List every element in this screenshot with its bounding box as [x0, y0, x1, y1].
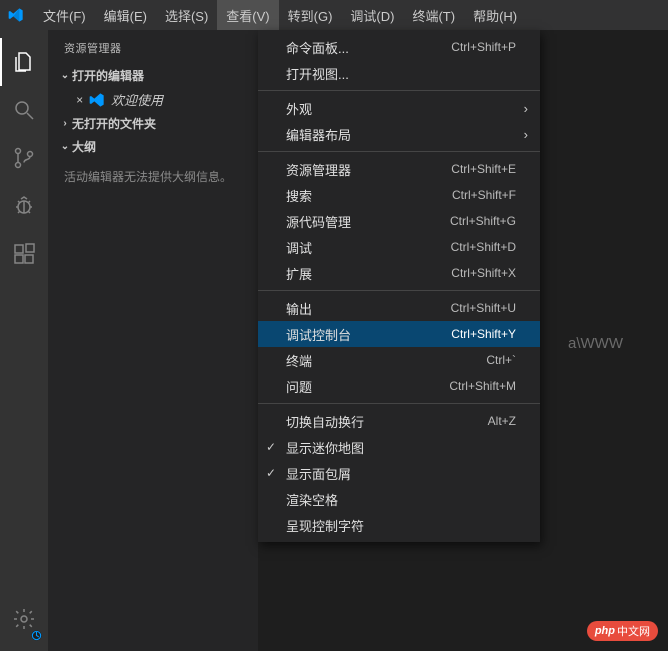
activity-extensions[interactable] [0, 230, 48, 278]
menu-help[interactable]: 帮助(H) [464, 0, 526, 30]
chevron-right-icon: › [58, 118, 72, 129]
menuitem-problems[interactable]: 问题Ctrl+Shift+M [258, 373, 540, 399]
vscode-file-icon [89, 92, 105, 108]
outline-label: 大纲 [72, 138, 96, 155]
background-hint-text: a\WWW [568, 335, 623, 352]
chevron-down-icon: ⌄ [58, 70, 72, 81]
activity-scm[interactable] [0, 134, 48, 182]
sync-badge-icon [31, 630, 42, 641]
menuitem-word-wrap[interactable]: 切换自动换行Alt+Z [258, 408, 540, 434]
activity-explorer[interactable] [0, 38, 48, 86]
section-outline[interactable]: ⌄ 大纲 [48, 135, 258, 158]
menuitem-appearance[interactable]: 外观› [258, 95, 540, 121]
menu-terminal[interactable]: 终端(T) [403, 0, 464, 30]
open-editor-item[interactable]: × 欢迎使用 [48, 87, 258, 112]
menubar: 文件(F) 编辑(E) 选择(S) 查看(V) 转到(G) 调试(D) 终端(T… [34, 0, 526, 30]
menu-separator [258, 151, 540, 152]
vscode-logo-icon [8, 7, 24, 23]
menu-file[interactable]: 文件(F) [34, 0, 95, 30]
welcome-tab-label: 欢迎使用 [111, 90, 163, 109]
menuitem-terminal[interactable]: 终端Ctrl+` [258, 347, 540, 373]
open-editors-label: 打开的编辑器 [72, 67, 144, 84]
menuitem-explorer[interactable]: 资源管理器Ctrl+Shift+E [258, 156, 540, 182]
watermark-text: 中文网 [617, 623, 650, 639]
sidebar-title: 资源管理器 [48, 30, 258, 64]
menu-go[interactable]: 转到(G) [279, 0, 342, 30]
chevron-right-icon: › [524, 101, 528, 116]
gear-icon [12, 607, 36, 631]
menuitem-output[interactable]: 输出Ctrl+Shift+U [258, 295, 540, 321]
menu-edit[interactable]: 编辑(E) [95, 0, 156, 30]
extensions-icon [12, 242, 36, 266]
menuitem-minimap[interactable]: ✓显示迷你地图 [258, 434, 540, 460]
menuitem-scm[interactable]: 源代码管理Ctrl+Shift+G [258, 208, 540, 234]
activity-settings[interactable] [0, 595, 48, 643]
activity-bar [0, 30, 48, 651]
files-icon [12, 50, 36, 74]
view-menu-dropdown: 命令面板...Ctrl+Shift+P 打开视图... 外观› 编辑器布局› 资… [258, 30, 540, 542]
menuitem-run[interactable]: 调试Ctrl+Shift+D [258, 234, 540, 260]
menu-selection[interactable]: 选择(S) [156, 0, 217, 30]
menuitem-command-palette[interactable]: 命令面板...Ctrl+Shift+P [258, 34, 540, 60]
check-icon: ✓ [266, 440, 276, 454]
menuitem-render-whitespace[interactable]: 渲染空格 [258, 486, 540, 512]
search-icon [12, 98, 36, 122]
sidebar-explorer: 资源管理器 ⌄ 打开的编辑器 × 欢迎使用 › 无打开的文件夹 ⌄ 大纲 活动编… [48, 30, 258, 651]
watermark-badge: php中文网 [587, 621, 658, 641]
menu-separator [258, 403, 540, 404]
menu-separator [258, 290, 540, 291]
menu-separator [258, 90, 540, 91]
menuitem-render-control[interactable]: 呈现控制字符 [258, 512, 540, 538]
no-folder-label: 无打开的文件夹 [72, 115, 156, 132]
watermark-php: php [595, 625, 615, 637]
chevron-down-icon: ⌄ [58, 141, 72, 152]
check-icon: ✓ [266, 466, 276, 480]
menu-debug[interactable]: 调试(D) [341, 0, 403, 30]
titlebar: 文件(F) 编辑(E) 选择(S) 查看(V) 转到(G) 调试(D) 终端(T… [0, 0, 668, 30]
menuitem-open-view[interactable]: 打开视图... [258, 60, 540, 86]
menuitem-debug-console[interactable]: 调试控制台Ctrl+Shift+Y [258, 321, 540, 347]
bug-icon [12, 194, 36, 218]
section-open-editors[interactable]: ⌄ 打开的编辑器 [48, 64, 258, 87]
activity-search[interactable] [0, 86, 48, 134]
branch-icon [12, 146, 36, 170]
menuitem-extensions[interactable]: 扩展Ctrl+Shift+X [258, 260, 540, 286]
menuitem-search[interactable]: 搜索Ctrl+Shift+F [258, 182, 540, 208]
menuitem-editor-layout[interactable]: 编辑器布局› [258, 121, 540, 147]
menu-view[interactable]: 查看(V) [217, 0, 278, 30]
chevron-right-icon: › [524, 127, 528, 142]
activity-debug[interactable] [0, 182, 48, 230]
section-no-folder[interactable]: › 无打开的文件夹 [48, 112, 258, 135]
menuitem-breadcrumbs[interactable]: ✓显示面包屑 [258, 460, 540, 486]
close-icon[interactable]: × [76, 93, 83, 107]
outline-empty-message: 活动编辑器无法提供大纲信息。 [48, 158, 258, 197]
